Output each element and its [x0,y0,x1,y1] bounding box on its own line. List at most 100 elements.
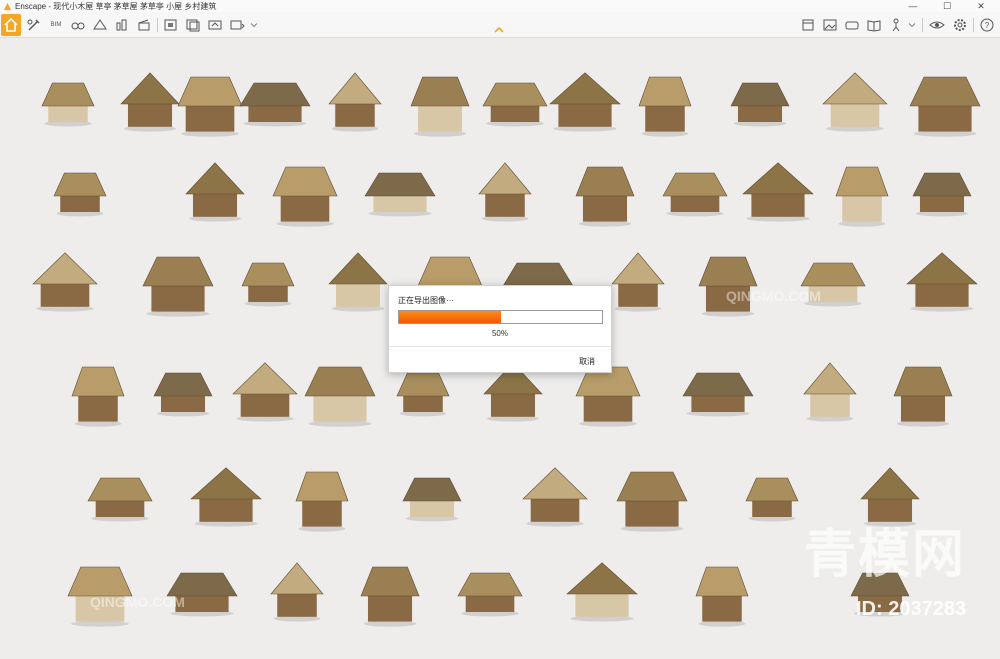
cancel-button[interactable]: 取消 [579,356,595,367]
help-icon: ? [980,18,994,32]
screenshot-button[interactable] [161,15,181,35]
hut-model [695,566,749,627]
walk-button[interactable] [886,15,906,35]
maximize-button[interactable]: ☐ [930,0,964,12]
hut-model [32,252,98,312]
hut-model [177,76,243,137]
window-title: Enscape - 现代小木屋 草亭 茅草屋 茅草亭 小屋 乡村建筑 [15,1,217,11]
watermark-id: ID: 2037283 [856,598,967,620]
book-button[interactable] [864,15,884,35]
watermark-latin: QINGMO.COM [90,594,185,610]
visual-settings-button[interactable] [927,15,947,35]
hut-model [803,362,857,422]
atmosphere-icon [116,19,127,31]
hut-model [190,467,262,527]
views-button[interactable] [798,15,818,35]
hut-model [575,366,641,427]
hut-model [402,477,462,522]
hut-model [360,566,420,627]
hut-model [549,72,621,132]
walk-icon [892,18,900,32]
hut-model [893,366,953,427]
screenshot-icon [164,19,177,31]
hut-model [906,252,978,312]
batch-render-icon [186,19,200,32]
hut-model [396,372,450,417]
book-icon [867,20,881,32]
batch-render-button[interactable] [183,15,203,35]
toolbar-separator [922,18,923,32]
walk-dropdown[interactable] [906,15,918,35]
materials-button[interactable] [90,15,110,35]
asset-library-button[interactable] [68,15,88,35]
hut-model [328,252,388,312]
title-bar: Enscape - 现代小木屋 草亭 茅草屋 茅草亭 小屋 乡村建筑 — ☐ ✕ [0,0,1000,12]
close-button[interactable]: ✕ [964,0,998,12]
hut-model [912,172,972,217]
settings-button[interactable] [950,15,970,35]
hut-model [482,82,548,127]
hut-model [730,82,790,127]
hut-model [232,362,298,422]
hut-model [662,172,728,217]
hut-model [185,162,245,222]
export-icon [230,20,245,30]
hut-model [682,372,754,417]
draw-button[interactable] [24,15,44,35]
minimize-button[interactable]: — [896,0,930,12]
hut-model [87,477,153,522]
hut-model [120,72,180,132]
hut-model [328,72,382,132]
export-dropdown[interactable] [248,15,260,35]
hut-model [457,572,523,617]
home-button[interactable] [1,14,21,36]
chevron-down-icon [908,23,916,28]
video-button[interactable] [205,15,225,35]
hut-model [364,172,436,217]
hut-model [835,166,889,227]
hut-model [522,467,588,527]
enscape-logo-icon [2,1,12,11]
dialog-divider [389,346,611,347]
progress-bar [398,310,603,324]
svg-text:?: ? [985,21,990,30]
bim-button[interactable]: BIM [46,15,66,35]
toolbar-separator [157,18,158,32]
clapper-button[interactable] [134,15,154,35]
asset-library-icon [71,22,85,30]
hut-model [53,172,107,217]
hut-model [742,162,814,222]
panorama-icon [845,21,859,30]
image-button[interactable] [820,15,840,35]
hut-model [698,256,758,317]
help-button[interactable]: ? [977,15,997,35]
hut-model [239,82,311,127]
hut-model [304,366,376,427]
chevron-down-icon [250,23,258,28]
hut-model [611,252,665,312]
hut-model [822,72,888,132]
hut-model [638,76,692,137]
video-icon [208,20,222,30]
hut-model [566,562,638,622]
atmosphere-button[interactable] [112,15,132,35]
hut-model [616,471,688,532]
dialog-title: 正在导出图像··· [398,296,454,305]
hut-model [478,162,532,222]
hut-model [153,372,213,417]
chevron-up-icon [494,26,504,33]
home-icon [4,17,18,32]
export-button[interactable] [227,15,247,35]
hut-model [909,76,981,137]
image-icon [823,19,837,31]
hut-model [71,366,125,427]
hut-model [575,166,635,227]
hut-model [241,262,295,307]
hut-model [142,256,214,317]
export-progress-dialog: 正在导出图像··· 50% 取消 [388,285,612,373]
collapse-toolbar-toggle[interactable] [493,25,505,35]
watermark-latin: QINGMO.COM [726,288,821,304]
hut-model [270,562,324,622]
panorama-button[interactable] [842,15,862,35]
hut-model [41,82,95,127]
